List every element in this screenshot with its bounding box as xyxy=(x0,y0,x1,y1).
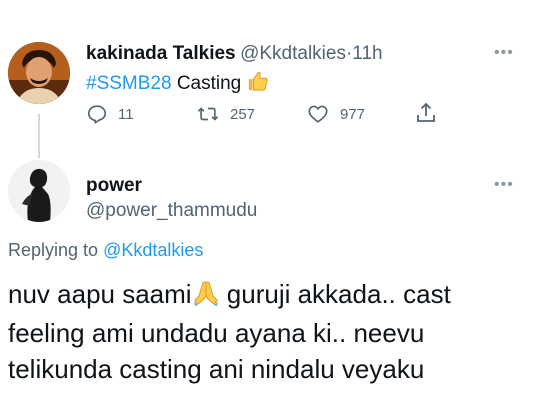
like-count: 977 xyxy=(340,105,366,123)
retweet-action[interactable]: 257 xyxy=(196,103,255,125)
hashtag-link[interactable]: #SSMB28 xyxy=(86,73,172,94)
parent-author-avatar[interactable] xyxy=(8,42,70,104)
thread-connector-line xyxy=(38,114,40,158)
reply-author-name[interactable]: power xyxy=(86,175,142,197)
parent-more-options-button[interactable]: ••• xyxy=(494,44,514,62)
parent-author-name[interactable]: kakinada Talkies xyxy=(86,43,236,64)
share-icon xyxy=(417,102,435,122)
folded-hands-icon xyxy=(192,279,220,315)
reply-text-line-1-end: guruji akkada.. cast xyxy=(219,279,451,309)
like-action[interactable]: 977 xyxy=(306,103,365,125)
reply-author-avatar[interactable] xyxy=(8,160,70,222)
reply-author-name-text: power xyxy=(86,175,142,196)
parent-tweet-text: #SSMB28 Casting xyxy=(86,70,269,98)
person-photo-icon xyxy=(8,42,70,104)
parent-author-handle[interactable]: @Kkdtalkies xyxy=(240,43,346,64)
heart-icon xyxy=(308,105,328,123)
replying-to-mention[interactable]: @Kkdtalkies xyxy=(103,240,203,260)
thumbs-up-icon xyxy=(247,70,269,98)
reply-text-line-1-start: nuv aapu saami xyxy=(8,279,192,309)
parent-tweet-header: kakinada Talkies @Kkdtalkies·11h xyxy=(86,43,383,65)
parent-tweet-text-body: Casting xyxy=(176,73,242,94)
reply-text-line-3: telikunda casting ani nindalu veyaku xyxy=(8,354,425,384)
person-silhouette-icon xyxy=(8,160,70,222)
reply-count: 11 xyxy=(118,105,134,123)
retweet-icon xyxy=(197,107,219,121)
reply-action[interactable]: 11 xyxy=(86,103,134,125)
retweet-count: 257 xyxy=(230,105,256,123)
reply-text-line-2: feeling ami undadu ayana ki.. neevu xyxy=(8,318,425,348)
replying-to-label: Replying to xyxy=(8,240,99,260)
reply-icon xyxy=(87,105,107,124)
reply-tweet-text: nuv aapu saami guruji akkada.. cast feel… xyxy=(8,276,451,387)
share-action[interactable] xyxy=(414,101,438,125)
replying-to-line: Replying to @Kkdtalkies xyxy=(8,240,203,261)
parent-tweet-time[interactable]: 11h xyxy=(352,43,382,64)
reply-text-line-1: nuv aapu saami guruji akkada.. cast xyxy=(8,276,451,315)
reply-author-handle[interactable]: @power_thammudu xyxy=(86,200,257,222)
reply-more-options-button[interactable]: ••• xyxy=(494,176,514,194)
